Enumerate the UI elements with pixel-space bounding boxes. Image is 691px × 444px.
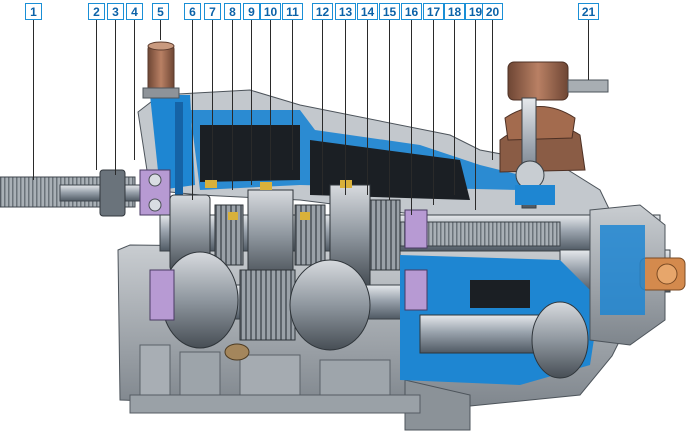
callout-17: 17 <box>423 3 444 20</box>
leader-line-11 <box>292 20 293 170</box>
callout-15: 15 <box>379 3 400 20</box>
drain-plug <box>224 343 250 361</box>
leader-line-20 <box>492 20 493 160</box>
callout-4: 4 <box>126 3 143 20</box>
leader-line-18 <box>454 20 455 195</box>
leader-line-2 <box>96 20 97 170</box>
leader-line-5 <box>160 20 161 40</box>
leader-line-10 <box>270 20 271 180</box>
callout-7: 7 <box>204 3 221 20</box>
callout-2: 2 <box>88 3 105 20</box>
leader-line-21 <box>588 20 589 80</box>
callout-3: 3 <box>107 3 124 20</box>
leader-line-15 <box>389 20 390 200</box>
output-flange <box>589 204 686 346</box>
leader-line-3 <box>115 20 116 175</box>
input-bearing <box>139 169 171 216</box>
callout-21: 21 <box>578 3 599 20</box>
callout-1: 1 <box>25 3 42 20</box>
gearbox-cutaway-diagram: 1 2 3 4 5 6 7 8 9 10 11 12 13 14 15 16 1… <box>0 0 691 439</box>
leader-line-17 <box>433 20 434 205</box>
leader-line-8 <box>232 20 233 190</box>
callout-10: 10 <box>260 3 281 20</box>
callout-6: 6 <box>184 3 201 20</box>
leader-line-19 <box>475 20 476 210</box>
leader-line-1 <box>33 20 34 180</box>
callout-18: 18 <box>444 3 465 20</box>
callout-9: 9 <box>243 3 260 20</box>
leader-line-13 <box>345 20 346 195</box>
leader-line-6 <box>192 20 193 200</box>
breather-cap <box>142 41 180 99</box>
leader-line-12 <box>322 20 323 195</box>
callout-13: 13 <box>335 3 356 20</box>
leader-line-14 <box>367 20 368 195</box>
callout-20: 20 <box>482 3 503 20</box>
callout-14: 14 <box>357 3 378 20</box>
leader-line-4 <box>134 20 135 160</box>
callout-12: 12 <box>312 3 333 20</box>
callout-16: 16 <box>401 3 422 20</box>
callout-5: 5 <box>152 3 169 20</box>
callout-11: 11 <box>282 3 303 20</box>
leader-line-16 <box>411 20 412 215</box>
leader-line-7 <box>212 20 213 180</box>
callout-8: 8 <box>224 3 241 20</box>
leader-line-9 <box>251 20 252 185</box>
